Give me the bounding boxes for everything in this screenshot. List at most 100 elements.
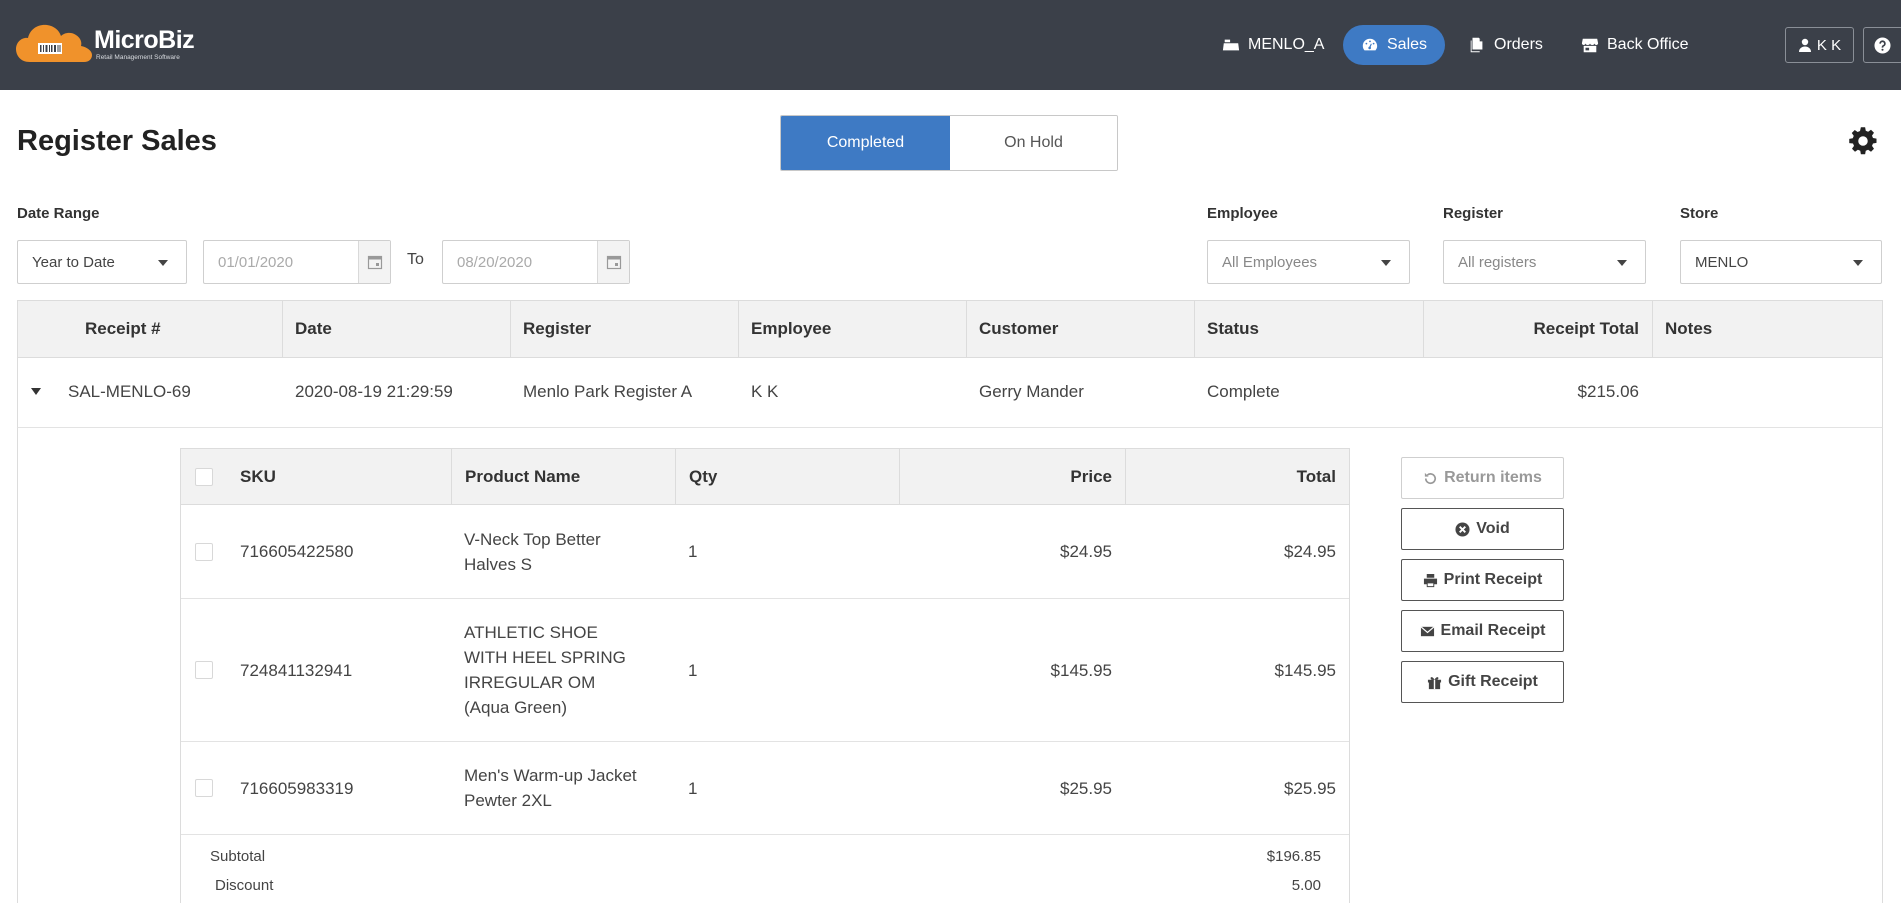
void-button[interactable]: Void bbox=[1401, 508, 1564, 550]
nav-register[interactable]: MENLO_A bbox=[1204, 25, 1342, 65]
page-title: Register Sales bbox=[17, 125, 217, 157]
nav-back-office[interactable]: Back Office bbox=[1563, 25, 1707, 65]
employee-filter-label: Employee bbox=[1207, 205, 1278, 222]
sale-customer: Gerry Mander bbox=[979, 382, 1084, 401]
user-name: K K bbox=[1816, 36, 1842, 54]
nav-sales[interactable]: Sales bbox=[1343, 25, 1446, 65]
brand-name: MicroBiz bbox=[94, 26, 195, 54]
date-to-input[interactable]: 08/20/2020 bbox=[442, 240, 630, 284]
user-menu-button[interactable]: K K bbox=[1785, 27, 1854, 63]
item-total: $24.95 bbox=[1284, 542, 1336, 561]
times-circle-icon bbox=[1455, 521, 1470, 537]
column-notes[interactable]: Notes bbox=[1652, 301, 1882, 357]
register-select[interactable]: All registers bbox=[1443, 240, 1646, 284]
item-sku: 716605422580 bbox=[240, 542, 354, 561]
chevron-down-icon bbox=[1853, 260, 1863, 266]
chevron-down-icon bbox=[158, 260, 168, 266]
sale-register: Menlo Park Register A bbox=[523, 382, 693, 401]
sale-total: $215.06 bbox=[1577, 382, 1639, 401]
date-from-input[interactable]: 01/01/2020 bbox=[203, 240, 391, 284]
receipt-number: SAL-MENLO-69 bbox=[68, 382, 191, 401]
gear-icon[interactable] bbox=[1848, 126, 1878, 156]
column-sku[interactable]: SKU bbox=[227, 449, 451, 505]
column-line-total[interactable]: Total bbox=[1125, 449, 1349, 505]
email-receipt-button[interactable]: Email Receipt bbox=[1401, 610, 1564, 652]
employee-value: All Employees bbox=[1222, 253, 1318, 271]
item-qty: 1 bbox=[688, 542, 698, 561]
column-product-name[interactable]: Product Name bbox=[451, 449, 675, 505]
gift-receipt-button[interactable]: Gift Receipt bbox=[1401, 661, 1564, 703]
row-checkbox[interactable] bbox=[195, 779, 213, 797]
calendar-icon[interactable] bbox=[597, 241, 629, 283]
employee-select[interactable]: All Employees bbox=[1207, 240, 1410, 284]
list-item[interactable]: 716605422580 V-Neck Top Better Halves S … bbox=[181, 505, 1349, 599]
sale-employee: K K bbox=[751, 382, 779, 401]
row-checkbox[interactable] bbox=[195, 543, 213, 561]
subtotal-label: Subtotal bbox=[210, 848, 266, 865]
item-name: Men's Warm-up Jacket Pewter 2XL bbox=[464, 766, 637, 810]
item-sku: 724841132941 bbox=[240, 660, 353, 680]
calendar-icon[interactable] bbox=[358, 241, 390, 283]
store-value: MENLO bbox=[1695, 253, 1749, 271]
column-price[interactable]: Price bbox=[899, 449, 1125, 505]
item-price: $24.95 bbox=[1060, 542, 1112, 561]
select-all-checkbox[interactable] bbox=[195, 468, 213, 486]
chevron-down-icon bbox=[1381, 260, 1391, 266]
column-qty[interactable]: Qty bbox=[675, 449, 899, 505]
nav-register-label: MENLO_A bbox=[1248, 36, 1325, 53]
subtotal-value: $196.85 bbox=[1266, 848, 1321, 865]
print-receipt-button[interactable]: Print Receipt bbox=[1401, 559, 1564, 601]
table-row[interactable]: SAL-MENLO-69 2020-08-19 21:29:59 Menlo P… bbox=[17, 358, 1883, 428]
sale-status: Complete bbox=[1207, 382, 1280, 401]
user-icon bbox=[1798, 38, 1811, 52]
nav-orders[interactable]: Orders bbox=[1450, 25, 1561, 65]
status-toggle: Completed On Hold bbox=[780, 115, 1118, 171]
store-icon bbox=[1581, 38, 1599, 53]
nav-back-office-label: Back Office bbox=[1607, 36, 1689, 53]
cloud-logo-icon bbox=[16, 24, 92, 62]
discount-label: Discount bbox=[215, 877, 274, 894]
to-label: To bbox=[407, 251, 424, 268]
row-checkbox[interactable] bbox=[195, 661, 213, 679]
tab-completed[interactable]: Completed bbox=[781, 116, 950, 170]
date-from-placeholder: 01/01/2020 bbox=[218, 253, 294, 271]
nav-sales-label: Sales bbox=[1387, 36, 1428, 53]
help-button[interactable] bbox=[1863, 27, 1901, 63]
store-filter-label: Store bbox=[1680, 205, 1719, 222]
list-item[interactable]: 716605983319 Men's Warm-up Jacket Pewter… bbox=[181, 742, 1349, 835]
item-total: $145.95 bbox=[1274, 660, 1336, 680]
copy-icon bbox=[1470, 37, 1483, 53]
return-items-button[interactable]: Return items bbox=[1401, 457, 1564, 499]
date-range-select[interactable]: Year to Date bbox=[17, 240, 187, 284]
item-price: $25.95 bbox=[1060, 778, 1112, 798]
list-item[interactable]: 724841132941 ATHLETIC SHOE WITH HEEL SPR… bbox=[181, 599, 1349, 742]
undo-icon bbox=[1424, 472, 1437, 484]
brand-tagline: Retail Management Software bbox=[96, 54, 180, 61]
envelope-icon bbox=[1420, 625, 1434, 636]
register-filter-label: Register bbox=[1443, 205, 1504, 222]
return-items-label: Return items bbox=[1444, 469, 1542, 486]
print-icon bbox=[1423, 573, 1437, 587]
item-sku: 716605983319 bbox=[240, 778, 354, 798]
header-spacer bbox=[225, 449, 226, 505]
column-receipt[interactable]: Receipt # bbox=[56, 301, 300, 357]
column-receipt-total[interactable]: Receipt Total bbox=[1423, 301, 1652, 357]
caret-down-icon[interactable] bbox=[31, 388, 41, 395]
nav-orders-label: Orders bbox=[1494, 36, 1543, 53]
tab-on-hold[interactable]: On Hold bbox=[950, 116, 1117, 170]
email-receipt-label: Email Receipt bbox=[1440, 622, 1546, 639]
microbiz-logo[interactable]: MicroBiz Retail Management Software bbox=[16, 20, 206, 64]
column-date[interactable]: Date bbox=[282, 301, 510, 357]
column-customer[interactable]: Customer bbox=[966, 301, 1194, 357]
line-items-table: SKU Product Name Qty Price Total 7166054… bbox=[180, 448, 1350, 903]
column-status[interactable]: Status bbox=[1194, 301, 1423, 357]
column-register[interactable]: Register bbox=[510, 301, 738, 357]
column-employee[interactable]: Employee bbox=[738, 301, 966, 357]
question-icon bbox=[1874, 36, 1891, 54]
date-to-placeholder: 08/20/2020 bbox=[457, 253, 533, 271]
store-select[interactable]: MENLO bbox=[1680, 240, 1882, 284]
item-qty: 1 bbox=[688, 660, 698, 680]
date-range-value: Year to Date bbox=[32, 253, 115, 271]
item-total: $25.95 bbox=[1284, 778, 1336, 798]
item-name: V-Neck Top Better Halves S bbox=[464, 529, 601, 574]
